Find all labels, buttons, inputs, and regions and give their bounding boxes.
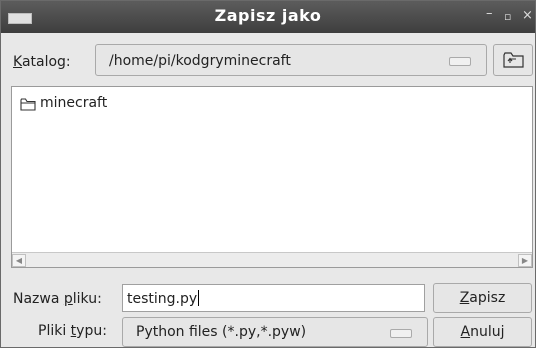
dropdown-icon	[449, 57, 471, 66]
close-icon[interactable]: ×	[522, 8, 533, 23]
maximize-icon[interactable]: ▫	[504, 10, 511, 23]
directory-label-rest: atalog:	[21, 54, 71, 70]
filename-input[interactable]: testing.py	[122, 284, 425, 312]
folder-icon	[20, 98, 36, 111]
directory-combo[interactable]: /home/pi/kodgryminecraft	[95, 44, 487, 76]
window-title: Zapisz jako	[214, 6, 322, 25]
filename-label-accel: p	[63, 291, 73, 307]
file-list[interactable]: minecraft ◀ ▶	[11, 86, 533, 268]
filename-label-post: liku:	[72, 291, 102, 307]
filetype-label-pre: Pliki	[38, 323, 71, 339]
save-accel: Z	[459, 290, 470, 306]
cancel-button[interactable]: Anuluj	[433, 317, 532, 347]
filetype-label-post: ypu:	[76, 323, 107, 339]
filename-value-wrap: testing.py	[127, 290, 200, 307]
cancel-label: nuluj	[470, 324, 505, 340]
filename-value: testing.py	[127, 291, 198, 307]
filename-label: Nazwa pliku:	[13, 291, 102, 307]
scroll-right-icon[interactable]: ▶	[518, 254, 532, 267]
save-button[interactable]: Zapisz	[433, 283, 532, 313]
save-as-dialog: Zapisz jako – ▫ × Katalog: /home/pi/kodg…	[0, 0, 536, 348]
parent-directory-button[interactable]	[493, 44, 533, 76]
save-label: apisz	[469, 290, 506, 306]
directory-path: /home/pi/kodgryminecraft	[109, 53, 291, 69]
minimize-icon[interactable]: –	[486, 6, 493, 21]
filename-label-pre: Nazwa	[13, 291, 64, 307]
scroll-left-icon[interactable]: ◀	[12, 254, 26, 267]
filetype-value: Python files (*.py,*.pyw)	[136, 324, 307, 340]
file-name: minecraft	[40, 95, 108, 111]
folder-up-icon	[503, 52, 524, 68]
horizontal-scrollbar[interactable]: ◀ ▶	[12, 252, 532, 267]
filetype-combo[interactable]: Python files (*.py,*.pyw)	[122, 317, 428, 347]
directory-label: Katalog:	[13, 54, 71, 70]
dropdown-icon	[390, 329, 412, 338]
filetype-label: Pliki typu:	[38, 323, 107, 339]
text-caret	[198, 290, 200, 306]
directory-label-accel: K	[13, 54, 22, 70]
cancel-accel: A	[460, 324, 471, 340]
title-bar[interactable]: Zapisz jako – ▫ ×	[1, 1, 535, 33]
